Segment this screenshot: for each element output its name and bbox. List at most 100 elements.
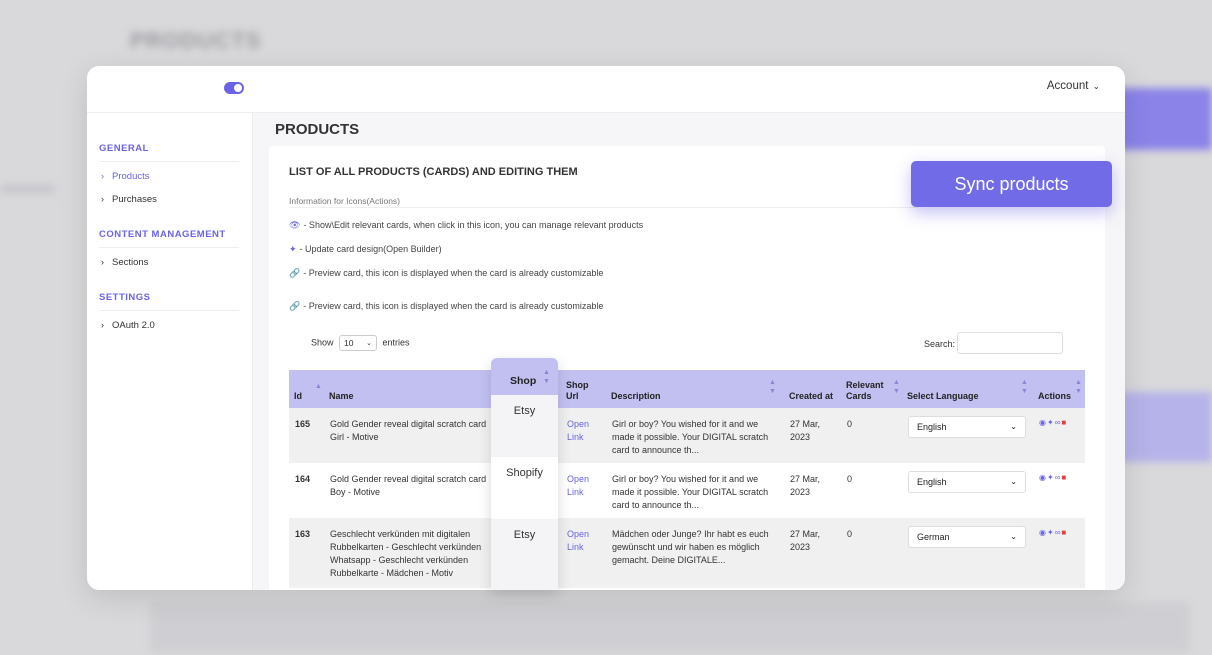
language-select[interactable]: English ⌄ (908, 416, 1026, 438)
sidebar-section-general: GENERAL (99, 143, 149, 154)
column-header-actions[interactable]: Actions (1038, 391, 1071, 402)
trash-icon[interactable]: ■ (1061, 528, 1067, 537)
sort-icon[interactable]: ▲ ▼ (1075, 378, 1082, 396)
search-label: Search: (924, 339, 956, 349)
card-title: LIST OF ALL PRODUCTS (CARDS) AND EDITING… (289, 166, 578, 178)
cell-shop: Shopify (491, 457, 558, 519)
entries-select[interactable]: 10 ⌄ (339, 335, 378, 351)
entries-label: entries (382, 337, 410, 348)
row-actions: ◉✦∞■ (1039, 473, 1067, 482)
cell-name: Gold Gender reveal digital scratch card B… (330, 474, 487, 497)
eye-icon[interactable]: ◉ (1039, 473, 1047, 482)
background-title: PRODUCTS (130, 28, 262, 53)
sort-icon[interactable]: ▲ (315, 382, 322, 391)
wand-icon[interactable]: ✦ (1047, 418, 1055, 427)
cell-relevant-cards: 0 (847, 419, 853, 429)
sort-icon[interactable]: ▲ ▼ (893, 378, 900, 396)
cell-created-at: 27 Mar, 2023 (790, 419, 821, 442)
sort-icon[interactable]: ▲ ▼ (543, 368, 550, 386)
sidebar-section-settings: SETTINGS (99, 292, 151, 303)
cell-id: 165 (295, 419, 311, 429)
info-line: 👁 - Show\Edit relevant cards, when click … (289, 220, 644, 230)
link-icon: 🔗 (289, 268, 301, 278)
column-header-name[interactable]: Name (329, 391, 354, 402)
row-actions: ◉✦∞■ (1039, 418, 1067, 427)
background-table-row (150, 602, 1190, 652)
account-label: Account (1046, 80, 1089, 92)
column-header-shop[interactable]: Shop ▲ ▼ (491, 358, 558, 395)
show-label: Show (311, 337, 334, 348)
info-header: Information for Icons(Actions) (289, 196, 401, 206)
cell-relevant-cards: 0 (847, 474, 853, 484)
background-accent-block (1112, 392, 1212, 462)
row-actions: ◉✦∞■ (1039, 528, 1067, 537)
chevron-down-icon: ⌄ (1010, 532, 1017, 541)
trash-icon[interactable]: ■ (1061, 418, 1067, 427)
link-icon: 🔗 (289, 301, 301, 311)
column-header-select-language[interactable]: Select Language (907, 391, 979, 402)
chevron-right-icon: › (101, 320, 104, 330)
sort-icon[interactable]: ▲ ▼ (1021, 378, 1028, 396)
cell-name: Geschlecht verkünden mit digitalen Rubbel… (330, 529, 482, 578)
divider (289, 207, 919, 208)
column-header-shop-url[interactable]: Shop Url (566, 380, 596, 402)
sort-icon[interactable]: ▲ ▼ (769, 378, 776, 396)
search-input[interactable] (957, 332, 1063, 354)
entries-control: Show 10 ⌄ entries (311, 335, 410, 351)
wand-icon[interactable]: ✦ (1047, 473, 1055, 482)
divider (99, 310, 239, 311)
cell-name: Gold Gender reveal digital scratch card G… (330, 419, 487, 442)
column-header-id[interactable]: Id (294, 391, 302, 402)
table-header: Id ▲ Name Shop Url Description ▲ ▼ Create… (289, 370, 1085, 408)
eye-icon: 👁 (289, 220, 301, 230)
table-row: 164 Gold Gender reveal digital scratch c… (289, 463, 1085, 518)
divider (99, 247, 239, 248)
sidebar-item-oauth[interactable]: › OAuth 2.0 (101, 320, 155, 331)
cell-created-at: 27 Mar, 2023 (790, 474, 821, 497)
app-window: Account ⌄ GENERAL › Products › Purchases CO… (87, 66, 1125, 590)
cell-shop: Etsy (513, 405, 536, 417)
chevron-down-icon: ⌄ (1010, 477, 1017, 486)
language-select[interactable]: German ⌄ (908, 526, 1026, 548)
language-select[interactable]: English ⌄ (908, 471, 1026, 493)
sidebar-item-purchases[interactable]: › Purchases (101, 194, 157, 205)
cell-id: 164 (295, 474, 311, 484)
trash-icon[interactable]: ■ (1061, 473, 1067, 482)
cell-description: Girl or boy? You wished for it and we mad… (612, 474, 769, 510)
chevron-right-icon: › (101, 171, 104, 181)
open-link[interactable]: Open Link (567, 418, 589, 444)
eye-icon[interactable]: ◉ (1039, 528, 1047, 537)
sidebar-toggle[interactable] (224, 82, 244, 94)
top-bar: Account ⌄ (87, 66, 1125, 113)
open-link[interactable]: Open Link (567, 473, 589, 499)
open-link[interactable]: Open Link (567, 528, 589, 554)
chevron-down-icon: ⌄ (366, 340, 373, 347)
chevron-right-icon: › (101, 194, 104, 204)
chevron-down-icon: ⌄ (1010, 422, 1017, 431)
sidebar-item-products[interactable]: › Products (101, 171, 150, 182)
column-header-relevant-cards[interactable]: Relevant Cards (846, 380, 888, 402)
sidebar: GENERAL › Products › Purchases CONTENT MAN… (87, 113, 253, 590)
page-title: PRODUCTS (275, 121, 360, 138)
account-menu[interactable]: Account ⌄ (1047, 80, 1100, 92)
cell-created-at: 27 Mar, 2023 (790, 529, 821, 552)
column-header-created-at[interactable]: Created at (789, 391, 833, 402)
table-row: 163 Geschlecht verkünden mit digitalen Ru… (289, 518, 1085, 588)
info-line: 🔗 - Preview card, this icon is displayed … (289, 301, 604, 311)
products-card: LIST OF ALL PRODUCTS (CARDS) AND EDITING… (269, 146, 1105, 590)
background-line (0, 185, 55, 193)
sidebar-item-sections[interactable]: › Sections (101, 257, 148, 268)
info-line: 🔗 - Preview card, this icon is displayed … (289, 268, 604, 278)
table-row: 165 Gold Gender reveal digital scratch c… (289, 408, 1085, 463)
eye-icon[interactable]: ◉ (1039, 418, 1047, 427)
cell-shop: Etsy (513, 529, 536, 541)
chevron-down-icon: ⌄ (1092, 81, 1100, 91)
sync-products-button[interactable]: Sync products (911, 161, 1112, 207)
column-header-description[interactable]: Description (611, 391, 661, 402)
cell-description: Mädchen oder Junge? Ihr habt es euch gewü… (612, 529, 769, 565)
wand-icon[interactable]: ✦ (1047, 528, 1055, 537)
shop-column-highlight: Shop ▲ ▼ Etsy Shopify Etsy (491, 358, 558, 590)
wand-icon: ✦ (289, 244, 297, 254)
sidebar-section-content: CONTENT MANAGEMENT (99, 229, 226, 240)
divider (99, 161, 239, 162)
